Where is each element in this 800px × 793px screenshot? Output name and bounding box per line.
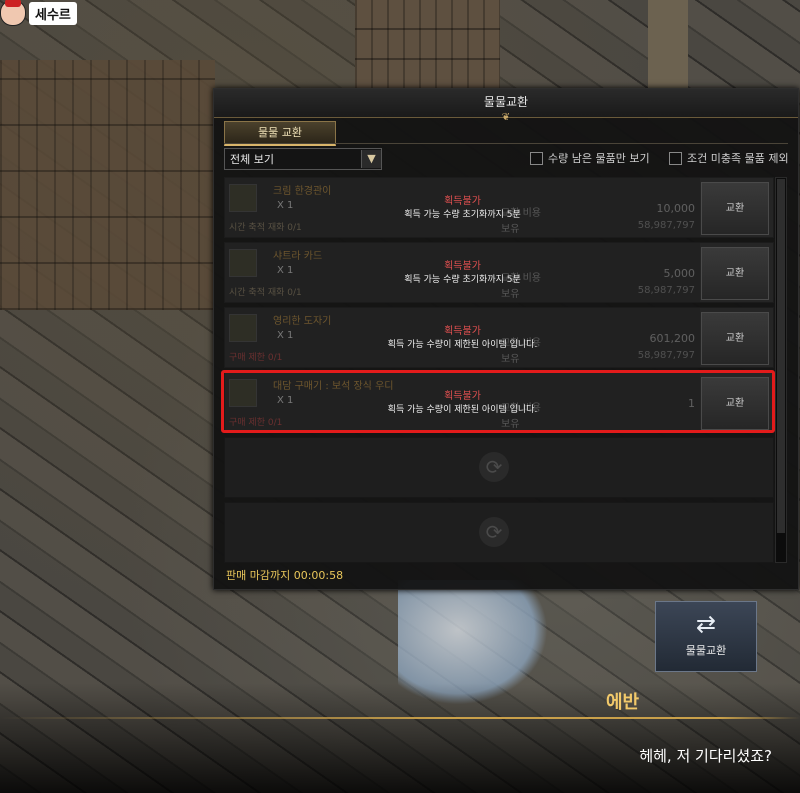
status-message: 획득 가능 수량이 제한된 아이템 입니다. xyxy=(387,405,538,415)
dialog-title: 물물교환 ❦ xyxy=(214,89,798,123)
stock-label: 보유 xyxy=(501,289,520,300)
filter-value: 전체 보기 xyxy=(230,153,274,166)
exchange-button[interactable]: 교환 xyxy=(701,377,769,430)
status-text: 획득불가 xyxy=(444,391,481,402)
tab-bar: 물물 교환 xyxy=(224,121,336,146)
list-item: 샤트라 카드 X 1 시간 축적 재화 0/1 교환 비용 보유 5,000 5… xyxy=(224,242,774,303)
option-label: 수량 남은 물품만 보기 xyxy=(548,152,650,165)
item-limit: 구매 제한 0/1 xyxy=(229,418,283,428)
player-avatar-icon xyxy=(0,0,26,26)
status-message: 획득 가능 수량 초기화까지 5분 xyxy=(404,275,521,285)
exchange-button[interactable]: 교환 xyxy=(701,247,769,300)
filter-dropdown[interactable]: 전체 보기 ▼ xyxy=(224,148,382,170)
sale-timer: 판매 마감까지 00:00:58 xyxy=(226,569,344,582)
title-ornament-icon: ❦ xyxy=(501,112,511,123)
stock-value: 58,987,797 xyxy=(637,285,695,296)
divider xyxy=(0,717,800,719)
item-list: 크림 한경관이 X 1 시간 축적 재화 0/1 교환 비용 보유 10,000… xyxy=(221,177,775,563)
player-name: 세수르 xyxy=(29,1,77,25)
status-text: 획득불가 xyxy=(444,261,481,272)
stock-value: 58,987,797 xyxy=(637,220,695,231)
status-text: 획득불가 xyxy=(444,326,481,337)
exchange-button[interactable]: 교환 xyxy=(701,182,769,235)
checkbox[interactable] xyxy=(530,151,543,165)
status-message: 획득 가능 수량 초기화까지 5분 xyxy=(404,210,521,220)
player-badge: 세수르 xyxy=(0,0,77,26)
refresh-icon: ⟳ xyxy=(479,452,509,482)
list-item: 크림 한경관이 X 1 시간 축적 재화 0/1 교환 비용 보유 10,000… xyxy=(224,177,774,238)
checkbox[interactable] xyxy=(669,151,682,165)
empty-slot: ⟳ xyxy=(224,502,774,563)
empty-slot: ⟳ xyxy=(224,437,774,498)
dialog-title-text: 물물교환 xyxy=(483,95,529,109)
barter-button-label: 물물교환 xyxy=(685,644,727,657)
list-item: 대담 구매기 : 보석 장식 우디 X 1 구매 제한 0/1 교환 비용 보유… xyxy=(224,372,774,433)
list-item: 영리한 도자기 X 1 구매 제한 0/1 교환 비용 보유 601,200 5… xyxy=(224,307,774,368)
item-limit: 시간 축적 재화 0/1 xyxy=(229,288,302,298)
wooden-crates xyxy=(0,60,215,310)
item-limit: 구매 제한 0/1 xyxy=(229,353,283,363)
wooden-crates-top xyxy=(355,0,500,90)
refresh-icon: ⟳ xyxy=(479,517,509,547)
barter-button[interactable]: ⇄ 물물교환 xyxy=(655,601,757,672)
status-message: 획득 가능 수량이 제한된 아이템 입니다. xyxy=(387,340,538,350)
status-text: 획득불가 xyxy=(444,196,481,207)
stock-label: 보유 xyxy=(501,354,520,365)
option-label: 조건 미충족 물품 제외 xyxy=(687,152,789,165)
scrollbar[interactable] xyxy=(775,177,787,563)
exchange-button[interactable]: 교환 xyxy=(701,312,769,365)
stock-label: 보유 xyxy=(501,224,520,235)
npc-name: 에반 xyxy=(606,692,640,713)
option-remaining-only[interactable]: 수량 남은 물품만 보기 xyxy=(530,150,650,166)
item-limit: 시간 축적 재화 0/1 xyxy=(229,223,302,233)
exchange-arrows-icon: ⇄ xyxy=(695,610,717,638)
chevron-down-icon[interactable]: ▼ xyxy=(361,150,381,168)
scroll-thumb[interactable] xyxy=(777,179,785,533)
stock-label: 보유 xyxy=(501,419,520,430)
stock-value: 58,987,797 xyxy=(637,350,695,361)
npc-speech: 헤헤, 저 기다리셨죠? xyxy=(639,747,772,765)
barter-dialog: 물물교환 ❦ 물물 교환 전체 보기 ▼ 수량 남은 물품만 보기 조건 미충족… xyxy=(213,88,799,590)
option-exclude-unmet[interactable]: 조건 미충족 물품 제외 xyxy=(669,150,789,166)
